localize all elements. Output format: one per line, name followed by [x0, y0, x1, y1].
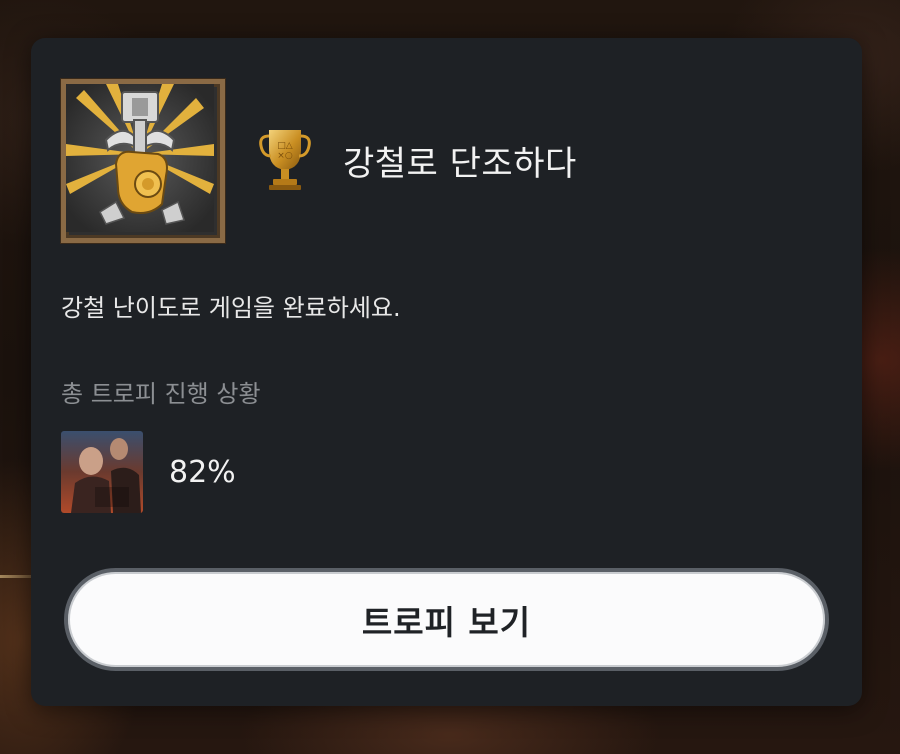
gold-trophy-cup-icon: □△ ×○ [259, 126, 311, 192]
trophy-description: 강철 난이도로 게임을 완료하세요. [61, 294, 401, 322]
trophy-title: 강철로 단조하다 [343, 144, 577, 184]
view-trophies-button[interactable]: 트로피 보기 [64, 568, 829, 671]
svg-text:□△: □△ [277, 141, 293, 151]
view-trophies-button-label: 트로피 보기 [361, 602, 532, 642]
total-trophy-progress-label: 총 트로피 진행 상황 [61, 380, 261, 408]
svg-text:×○: ×○ [277, 151, 293, 161]
trophy-progress-percent: 82% [169, 455, 236, 490]
trophy-art-image [60, 78, 226, 244]
trophy-notification-card: □△ ×○ 강철로 단조하다 강철 난이도로 게임을 완료하세요. 총 트로피 … [31, 38, 862, 706]
game-cover-thumbnail [61, 431, 143, 513]
